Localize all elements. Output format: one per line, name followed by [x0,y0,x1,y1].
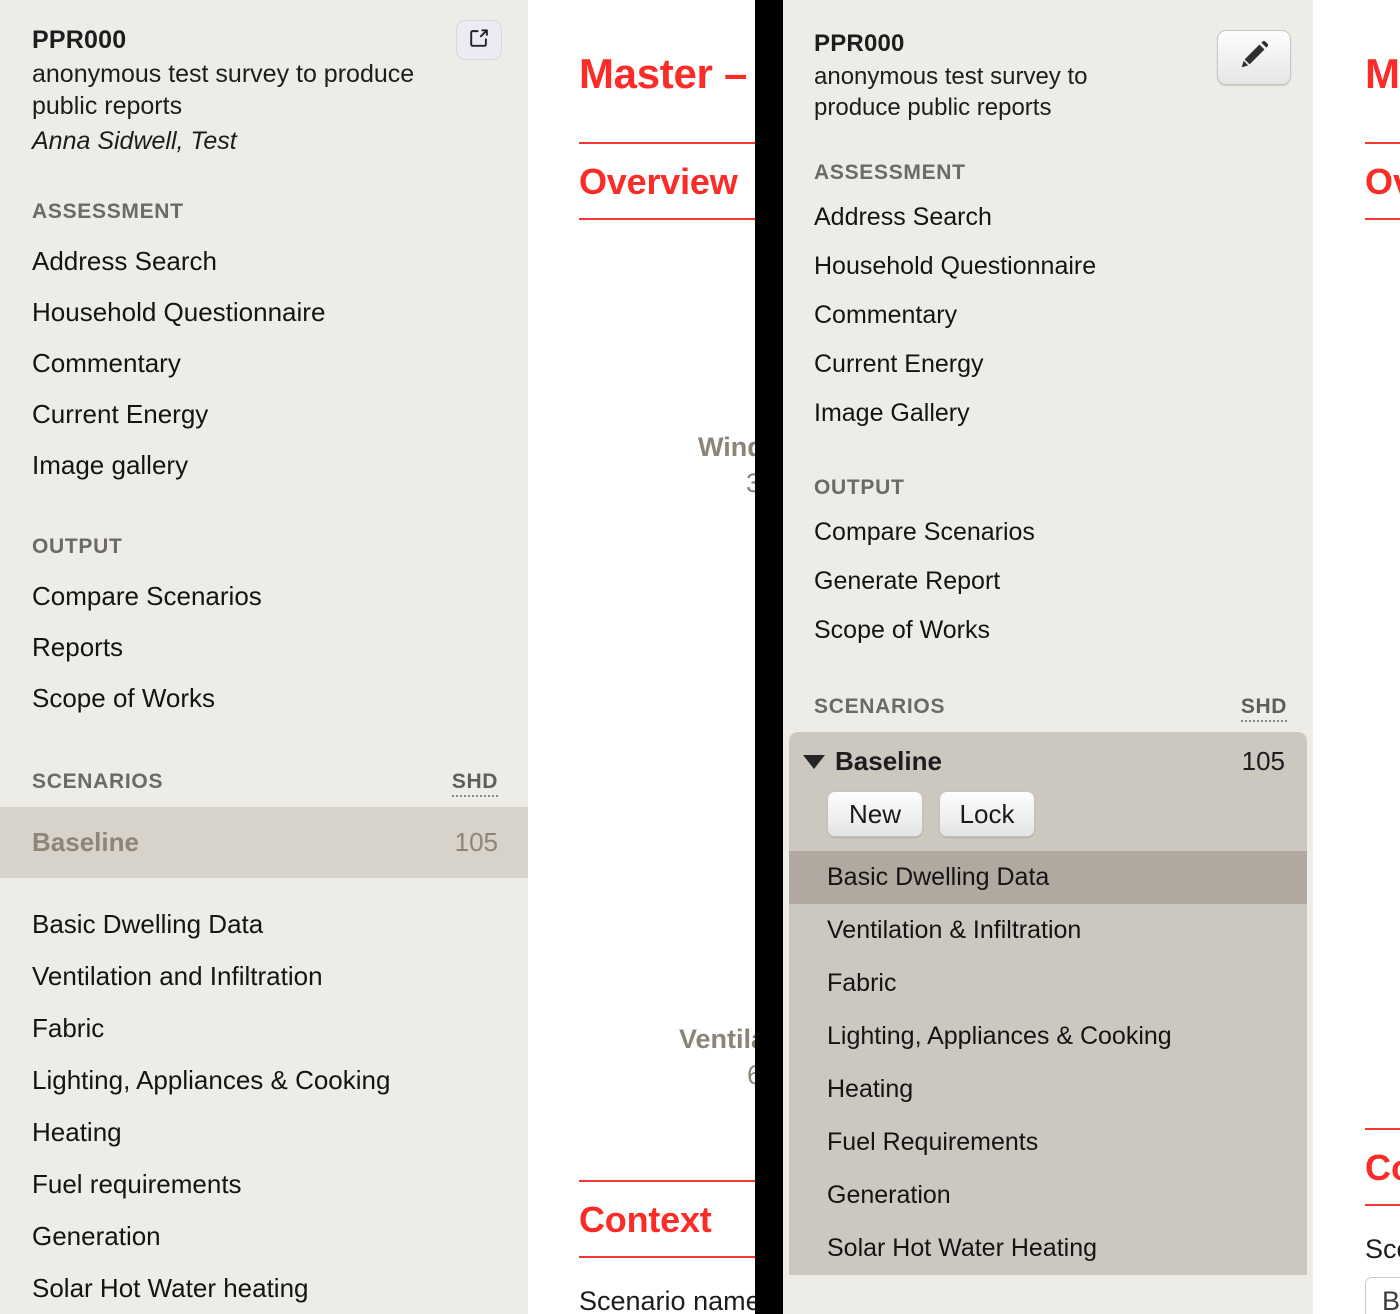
sidebar-item-generate-report-b[interactable]: Generate Report [814,557,1287,606]
sidebar-item-commentary[interactable]: Commentary [32,338,498,389]
sidebar-item-address-search[interactable]: Address Search [32,236,498,287]
edit-project-button-b[interactable] [1217,30,1291,85]
section-label-assessment: ASSESSMENT [32,199,184,223]
scenario-subitem-list: Basic Dwelling Data Ventilation and Infi… [32,898,498,1314]
diagram-windows-label: Windo [698,432,755,462]
sidebar-item-household-questionnaire[interactable]: Household Questionnaire [32,287,498,338]
scenario-row-baseline[interactable]: Baseline 105 [0,806,528,878]
content-title-right: M [1365,50,1400,97]
rule-above-context-right [1365,1128,1400,1130]
sidebar-item-commentary-b[interactable]: Commentary [814,291,1287,340]
rule-below-context-right [1365,1204,1400,1206]
scenario-name: Baseline [32,826,139,857]
scenario-item-lighting-appliances-b[interactable]: Lighting, Appliances & Cooking [789,1010,1307,1063]
content-section-overview-right: Ov [1365,161,1400,202]
content-column-legacy: M Ov Co Sce Ba [1313,0,1400,1314]
square-pencil-edit-icon [468,27,490,54]
scenario-group-name: Baseline [835,746,942,777]
project-description-b: anonymous test survey to produce public … [814,63,1088,122]
scenario-item-basic-dwelling-data[interactable]: Basic Dwelling Data [32,898,498,950]
rule-below-context [579,1256,755,1258]
scenario-item-basic-dwelling-data-b[interactable]: Basic Dwelling Data [789,851,1307,905]
scenario-item-ventilation[interactable]: Ventilation and Infiltration [32,950,498,1002]
scenario-item-heating-b[interactable]: Heating [789,1063,1307,1116]
rule-above-overview-right [1365,142,1400,144]
scenario-name-input-right[interactable]: Ba [1365,1277,1400,1314]
project-code: PPR000 [32,26,127,54]
sidebar-item-image-gallery-b[interactable]: Image Gallery [814,389,1287,438]
scenario-group-header[interactable]: Baseline 105 [789,732,1307,785]
scenario-actions: New Lock [789,785,1307,851]
energy-flow-diagram: Windo 34 W Ventilat 6 W [579,220,755,1090]
scenario-item-fabric-b[interactable]: Fabric [789,957,1307,1010]
sidebar-item-scope-of-works[interactable]: Scope of Works [32,673,498,724]
project-header-b: PPR000 anonymous test survey to produce … [814,30,1291,123]
section-label-output: OUTPUT [32,534,123,558]
sidebar-item-household-questionnaire-b[interactable]: Household Questionnaire [814,242,1287,291]
sidebar-legacy-version: PPR000 anonymous test survey to produce … [783,0,1313,1314]
project-description: anonymous test survey to produce public … [32,60,415,120]
content-section-overview: Overview [579,161,738,202]
new-scenario-button[interactable]: New [827,791,923,838]
content-column-web: Master – Overview Windo 34 W Ventilat 6 … [528,0,755,1314]
project-header-a: PPR000 anonymous test survey to produce … [32,20,502,156]
scenario-item-heating[interactable]: Heating [32,1106,498,1158]
lock-scenario-button[interactable]: Lock [939,791,1035,838]
scenario-item-ventilation-b[interactable]: Ventilation & Infiltration [789,904,1307,957]
scenario-item-generation[interactable]: Generation [32,1210,498,1262]
scenario-item-generation-b[interactable]: Generation [789,1169,1307,1222]
sidebar-item-current-energy-b[interactable]: Current Energy [814,340,1287,389]
scenario-group-value: 105 [1241,746,1285,777]
scenario-item-solar-hot-water-b[interactable]: Solar Hot Water Heating [789,1222,1307,1275]
section-label-output-b: OUTPUT [814,476,905,500]
sidebar-item-compare-scenarios-b[interactable]: Compare Scenarios [814,508,1287,557]
sidebar-item-scope-of-works-b[interactable]: Scope of Works [814,606,1287,655]
diagram-ventilation-value: 6 W [747,1060,755,1090]
sidebar-item-address-search-b[interactable]: Address Search [814,193,1287,242]
panel-divider [755,0,783,1314]
section-label-scenarios: SCENARIOS [32,769,164,793]
content-spacer-right [1365,220,1400,700]
content-section-context: Context [579,1199,712,1240]
scenario-item-fabric[interactable]: Fabric [32,1002,498,1054]
scenarios-header-b: SCENARIOS SHD [814,695,1287,723]
shd-abbreviation-b: SHD [1240,695,1287,723]
scenario-item-fuel-requirements[interactable]: Fuel requirements [32,1158,498,1210]
edit-project-button[interactable] [456,20,502,60]
rule-above-overview [579,142,755,144]
sidebar-item-image-gallery[interactable]: Image gallery [32,440,498,491]
scenario-value: 105 [454,826,498,857]
content-section-context-right: Co [1365,1147,1400,1188]
diagram-windows-value: 34 W [746,468,755,498]
scenario-item-lighting-appliances[interactable]: Lighting, Appliances & Cooking [32,1054,498,1106]
rule-above-context [579,1180,755,1182]
scenario-item-solar-hot-water[interactable]: Solar Hot Water heating [32,1262,498,1314]
comparison-stage: PPR000 anonymous test survey to produce … [0,0,1400,1314]
scenario-name-label: Scenario name [579,1286,755,1314]
shd-abbreviation: SHD [451,770,498,797]
pencil-edit-icon [1237,38,1271,77]
sidebar-item-current-energy[interactable]: Current Energy [32,389,498,440]
scenarios-header: SCENARIOS SHD [32,770,498,797]
sidebar-item-reports[interactable]: Reports [32,622,498,673]
sidebar-item-compare-scenarios[interactable]: Compare Scenarios [32,571,498,622]
scenario-name-label-right: Sce [1365,1234,1400,1264]
diagram-ventilation-label: Ventilat [679,1024,755,1054]
project-author: Anna Sidwell, Test [32,126,237,155]
scenario-group-baseline: Baseline 105 New Lock Basic Dwelling Dat… [789,732,1307,1276]
sidebar-web-version: PPR000 anonymous test survey to produce … [0,0,528,1314]
project-code-b: PPR000 [814,30,905,57]
scenario-item-fuel-requirements-b[interactable]: Fuel Requirements [789,1116,1307,1169]
section-label-assessment-b: ASSESSMENT [814,161,966,185]
section-label-scenarios-b: SCENARIOS [814,695,946,719]
chevron-down-icon[interactable] [803,754,825,769]
content-title: Master – [579,50,748,97]
